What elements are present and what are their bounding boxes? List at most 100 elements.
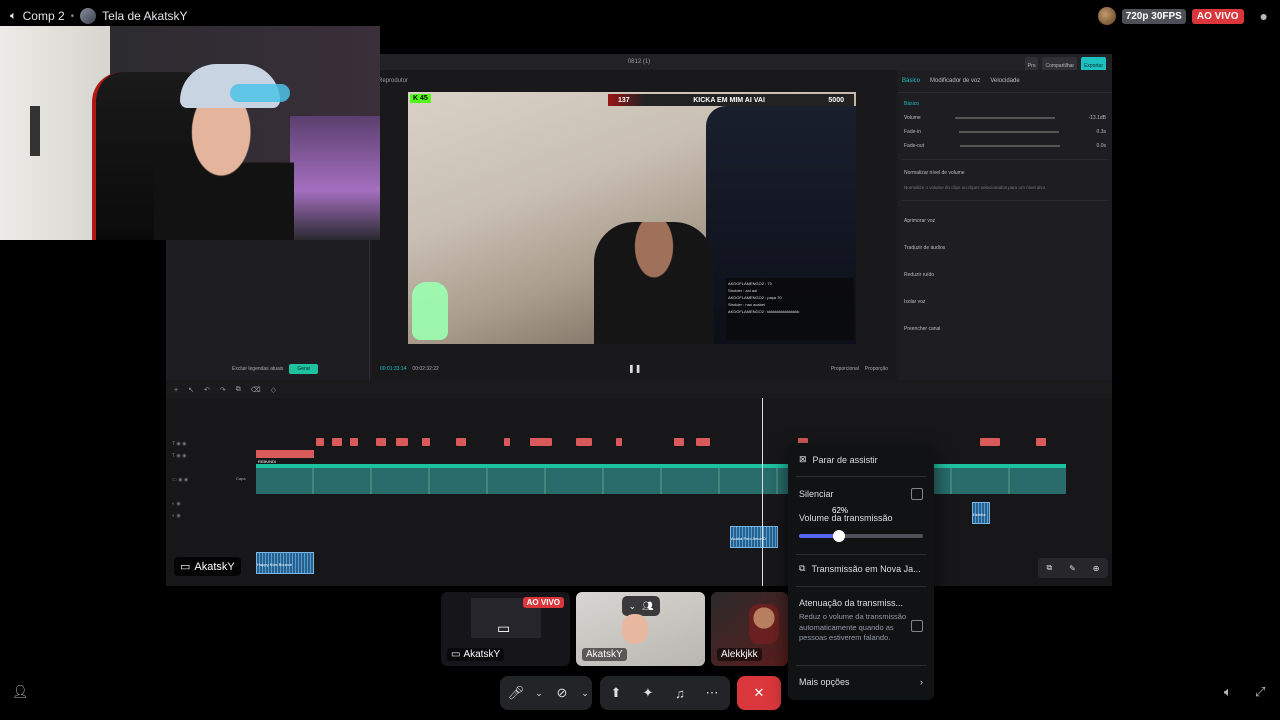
fullscreen-exit-icon[interactable]: ⤢ (1255, 684, 1265, 700)
video-banner: 137 KICKA EM MIM AI VAI 5000 (608, 94, 854, 106)
attenuation-item[interactable]: Atenuação da transmiss... (799, 598, 923, 608)
stop-stream-button[interactable]: ✕ (737, 676, 781, 710)
screen-icon: ▭ (451, 649, 461, 660)
more-icon[interactable]: ⋯ (696, 676, 728, 710)
more-options-item[interactable]: Mais opções › (799, 677, 923, 687)
quality-badge: 720p 30FPS (1121, 8, 1186, 24)
chat-line: Stroider : nao acabei (728, 302, 765, 307)
chat-line: AKDOFLAMENGO2 : paça 70 (728, 295, 782, 300)
option-enhance: Aprimorar voz (904, 217, 936, 224)
mute-label: Silenciar (799, 489, 834, 499)
monitor-icon: ▭ (497, 620, 511, 636)
stop-watching-icon: ⊠ (799, 454, 807, 464)
stop-icon: ✕ (753, 685, 765, 700)
audio-clip-label: Acaba Pelo Amor D (731, 536, 766, 541)
attenuation-desc: Reduz o volume da transmissão automatica… (799, 612, 907, 642)
volume-label: Volume da transmissão (799, 513, 893, 523)
kick-badge: K 45 (410, 94, 431, 103)
tab-basic: Básico (902, 78, 921, 84)
separator: • (70, 10, 75, 22)
audio-clip-label: Estrela (973, 512, 986, 517)
banner-right: 5000 (828, 96, 844, 104)
call-controls: 👤︎ 🎤︎ ⌄ ⊘ ⌄ ⬆︎ ✦ ♫ ⋯ ✕ 🔈︎ ⤢ (0, 672, 1280, 720)
volume-slider[interactable] (799, 530, 923, 542)
volume-icon[interactable]: 🔈︎ (1224, 684, 1232, 700)
volume-knob[interactable] (833, 530, 845, 542)
screen-icon: ▭ (180, 561, 191, 573)
chevron-right-icon: › (920, 677, 923, 687)
activity-controls: ⬆︎ ✦ ♫ ⋯ (600, 676, 730, 710)
player-btn-b: Proporção (864, 366, 888, 372)
timecode-current: 00:01:33:14 (380, 366, 407, 372)
left-option: Excluir legendas atuais (232, 366, 284, 372)
participant-tile-webcam[interactable]: ⌄ 👥︎ AkatskY (576, 592, 705, 666)
speaker-icon: 🔈︎ (10, 9, 17, 22)
volume-value: -13.1dB (1088, 115, 1106, 121)
attenuation-label: Atenuação da transmiss... (799, 598, 904, 608)
tile-name: Alekkjkk (717, 648, 762, 661)
zoom-icon[interactable]: ⊕ (1093, 564, 1100, 573)
stop-watching-label: Parar de assistir (812, 454, 878, 465)
popout-item[interactable]: ⧉ Transmissão em Nova Ja... (799, 563, 923, 574)
pause-icon: ❚❚ (628, 364, 642, 373)
stream-zoom-controls[interactable]: ⧉ ✎ ⊕ (1038, 558, 1108, 578)
tile-name: ▭ AkatskY (447, 648, 505, 661)
tile-name: AkatskY (582, 648, 627, 661)
camera-chevron-icon[interactable]: ⌄ (578, 676, 592, 710)
participant-tile-user[interactable]: Alekkjkk (711, 592, 788, 666)
tile-live-badge: AO VIVO (522, 597, 564, 608)
chat-icon[interactable]: ● (1260, 8, 1268, 24)
volume-item: Volume da transmissão (799, 513, 923, 523)
player-btn-a: Proporcional (830, 366, 859, 372)
audio-clip: Happy Kids Bounce (256, 552, 314, 574)
mic-chevron-icon[interactable]: ⌄ (532, 676, 546, 710)
fadein-label: Fade-in (904, 129, 921, 135)
popout-icon[interactable]: ⧉ (1046, 563, 1052, 573)
soundboard-icon[interactable]: ♫ (664, 676, 696, 710)
viewer-avatar[interactable] (1097, 7, 1116, 25)
mute-item[interactable]: Silenciar (799, 488, 923, 500)
tab-speed: Velocidade (990, 78, 1020, 84)
av-controls: 🎤︎ ⌄ ⊘ ⌄ (500, 676, 592, 710)
generate-button: Gerar (289, 364, 319, 374)
bottle (412, 282, 448, 340)
timeline: T ◉ ◉ T ◉ ◉ ▭ ◉ ◉ ◐ ◉ ◐ ◉ REBUNDI Capa Acaba… (166, 398, 1112, 586)
screen-share-icon[interactable]: ⬆︎ (600, 676, 632, 710)
main-video-clip (256, 464, 1066, 494)
audio-clip: Estrela (972, 502, 990, 524)
popout-label: Transmissão em Nova Ja... (811, 563, 921, 574)
activities-icon[interactable]: ✦ (632, 676, 664, 710)
editor-player: Reprodutor K 45 137 KICKA EM MIM AI VAI … (372, 70, 896, 380)
track-icons: T ◉ ◉ T ◉ ◉ ▭ ◉ ◉ ◐ ◉ ◐ ◉ (172, 441, 189, 519)
stream-status: 720p 30FPS AO VIVO ● (1097, 7, 1268, 25)
chevron-down-icon[interactable]: ⌄ (629, 601, 637, 612)
participant-tile-stream[interactable]: ▭ AO VIVO ▭ AkatskY (441, 592, 570, 666)
edit-icon[interactable]: ✎ (1069, 564, 1076, 573)
video-chat: AKDOFLAMENGO2 : 70 Stroider : aoi aoi AK… (726, 278, 854, 340)
screen-title: Tela de AkatskY (102, 9, 188, 23)
option-isolate: Isolar voz (904, 298, 926, 305)
chat-line: AKDOFLAMENGO2 : kkkkkkkkkkkkkkkk (728, 309, 800, 314)
option-noise: Reduzir ruído (904, 271, 935, 278)
add-person-icon[interactable]: 👤︎ (12, 684, 29, 700)
room-background (290, 116, 380, 240)
stop-watching-item[interactable]: ⊠ Parar de assistir (799, 454, 923, 465)
attenuation-checkbox[interactable] (911, 620, 923, 632)
camera-off-icon[interactable]: ⊘ (546, 676, 578, 710)
tile-hover-controls[interactable]: ⌄ 👥︎ (622, 596, 660, 616)
users-icon[interactable]: 👥︎ (642, 601, 653, 612)
video-preview: K 45 137 KICKA EM MIM AI VAI 5000 AKDOFL… (408, 92, 856, 344)
mute-checkbox[interactable] (911, 488, 923, 500)
normalize-label: Normalizar nível de volume (904, 170, 965, 176)
volume-label: Volume (904, 115, 921, 121)
microphone-icon[interactable]: 🎤︎ (500, 676, 532, 710)
more-options-label: Mais opções (799, 677, 850, 687)
playhead (762, 398, 763, 586)
player-bar: 00:01:33:14 00:02:32:22 ❚❚ Proporcional … (372, 358, 896, 380)
share-owner-label: ▭ AkatskY (174, 557, 241, 576)
editor-right-panel: Básico Modificador de voz Velocidade Bás… (898, 70, 1112, 380)
webcam-feed[interactable] (0, 26, 380, 240)
section-basic: Básico (904, 101, 920, 107)
channel-name[interactable]: Comp 2 (23, 9, 65, 23)
chat-line: AKDOFLAMENGO2 : 70 (728, 281, 772, 286)
